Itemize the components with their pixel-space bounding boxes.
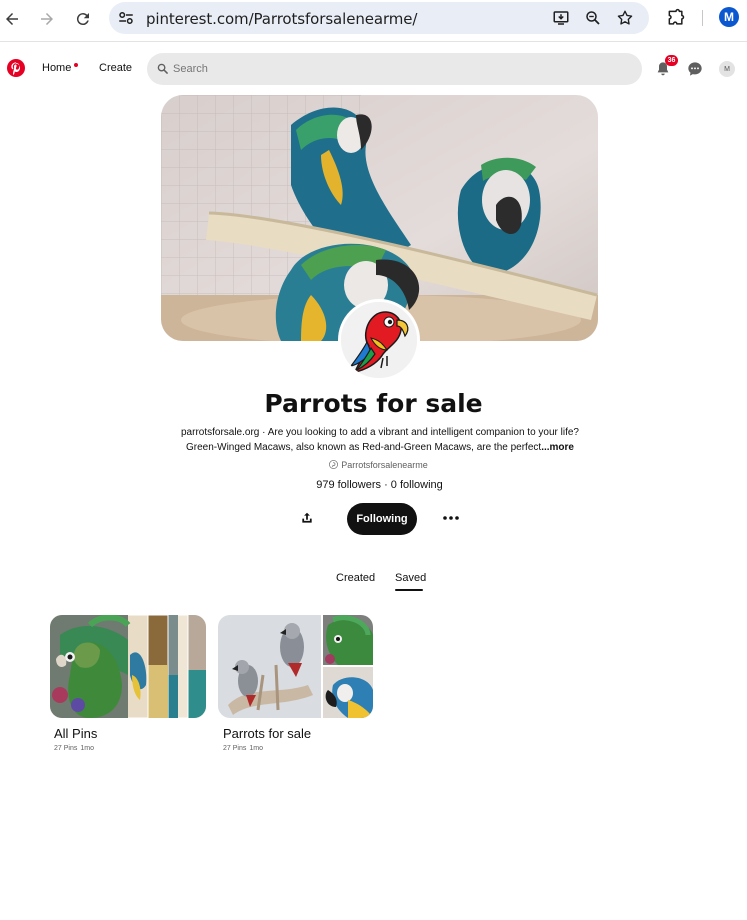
ellipsis-icon <box>443 516 459 520</box>
board-pin-count: 27 Pins <box>54 745 78 752</box>
share-icon <box>302 512 312 523</box>
zoom-icon[interactable] <box>584 9 602 27</box>
share-button[interactable] <box>296 507 318 529</box>
browser-profile-avatar[interactable]: M <box>719 7 739 27</box>
messages-icon[interactable] <box>687 61 703 77</box>
pinterest-small-icon <box>329 460 339 469</box>
notification-count-badge: 36 <box>665 55 678 66</box>
follower-stats[interactable]: 979 followers · 0 following <box>0 479 747 491</box>
board-meta: 27 Pins 1mo <box>54 745 94 752</box>
install-app-icon[interactable] <box>552 9 570 27</box>
following-button[interactable]: Following <box>347 503 417 535</box>
board-title[interactable]: Parrots for sale <box>223 726 311 741</box>
reload-icon[interactable] <box>71 7 95 31</box>
url-text[interactable]: pinterest.com/Parrotsforsalenearme/ <box>146 10 417 28</box>
board-title[interactable]: All Pins <box>54 726 97 741</box>
extensions-icon[interactable] <box>666 8 686 28</box>
search-input[interactable]: Search <box>147 53 642 85</box>
active-tab-indicator <box>395 589 423 591</box>
profile-avatar <box>338 299 420 381</box>
user-avatar[interactable]: M <box>719 61 735 77</box>
back-icon[interactable] <box>0 7 24 31</box>
board-cover-parrots-for-sale[interactable] <box>218 615 373 718</box>
site-settings-icon[interactable] <box>117 9 135 27</box>
handle-text: Parrotsforsalenearme <box>341 460 428 470</box>
search-icon <box>157 63 168 74</box>
bio-line-1: parrotsforsale.org · Are you looking to … <box>180 427 579 438</box>
browser-toolbar: pinterest.com/Parrotsforsalenearme/ M <box>0 0 747 42</box>
pinterest-logo[interactable] <box>7 59 25 77</box>
board-meta: 27 Pins 1mo <box>223 745 263 752</box>
tab-saved[interactable]: Saved <box>395 572 426 584</box>
tab-created[interactable]: Created <box>336 572 375 584</box>
board-pin-count: 27 Pins <box>223 745 247 752</box>
profile-name: Parrots for sale <box>264 389 483 418</box>
nav-home[interactable]: Home <box>42 62 71 74</box>
forward-icon[interactable] <box>35 7 59 31</box>
bookmark-star-icon[interactable] <box>616 9 634 27</box>
bio-line-2: Green-Winged Macaws, also known as Red-a… <box>186 442 542 453</box>
home-notification-dot <box>74 63 78 67</box>
board-age: 1mo <box>80 745 94 752</box>
profile-handle: Parrotsforsalenearme <box>0 460 747 470</box>
toolbar-divider <box>702 10 703 26</box>
board-cover-all-pins[interactable] <box>50 615 206 718</box>
search-placeholder: Search <box>173 63 208 75</box>
more-options-button[interactable] <box>440 507 462 529</box>
board-age: 1mo <box>249 745 263 752</box>
nav-create[interactable]: Create <box>99 62 132 74</box>
profile-bio: parrotsforsale.org · Are you looking to … <box>150 425 610 455</box>
bio-more-link[interactable]: ...more <box>541 442 574 453</box>
address-bar[interactable]: pinterest.com/Parrotsforsalenearme/ <box>109 2 649 34</box>
